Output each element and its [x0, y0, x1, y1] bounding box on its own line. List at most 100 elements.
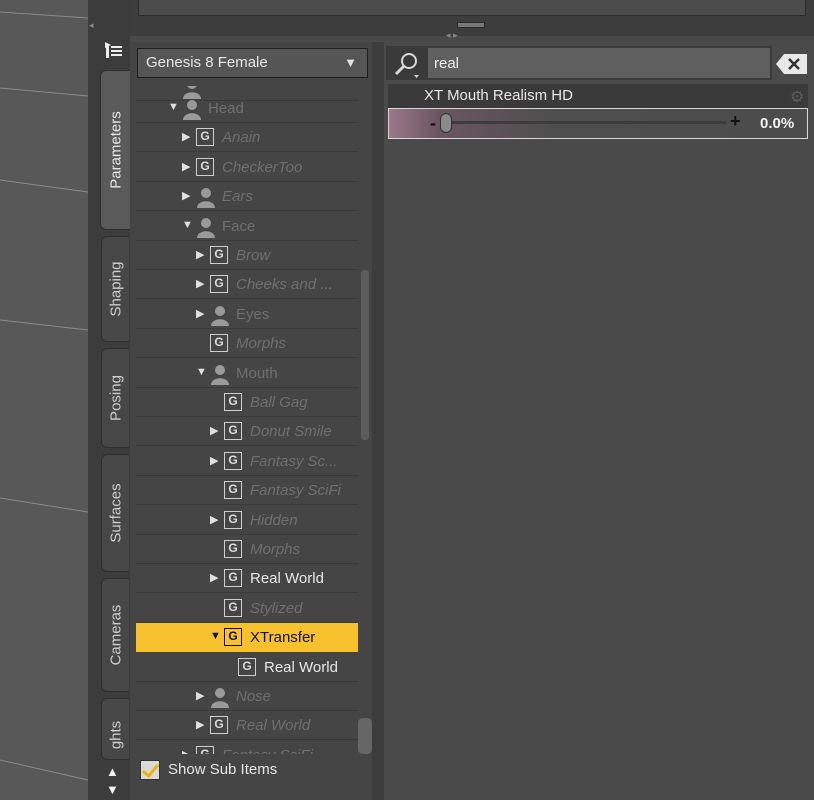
tree-row[interactable]: ▶ G Brow	[136, 241, 358, 270]
collapsed-triangle-icon[interactable]: ▶	[196, 718, 204, 731]
tree-row[interactable]: G Stylized	[136, 594, 358, 623]
viewport[interactable]	[0, 0, 88, 800]
expanded-triangle-icon[interactable]: ▼	[196, 366, 207, 378]
tab-surfaces[interactable]: Surfaces	[101, 454, 129, 572]
group-icon: G	[210, 246, 228, 264]
tab-surfaces-label: Surfaces	[107, 483, 124, 543]
tree-row[interactable]: ▼ Face	[136, 212, 358, 241]
tree-row[interactable]: ▶ Eyes	[136, 300, 358, 329]
group-icon: G	[224, 540, 242, 558]
tree-row-label: XTransfer	[250, 629, 316, 647]
tree-row-label: Real World	[264, 658, 338, 676]
collapsed-triangle-icon[interactable]: ▶	[196, 307, 204, 320]
increment-icon[interactable]: +	[730, 111, 741, 132]
property-value[interactable]: 0.0%	[760, 115, 794, 132]
tab-shaping[interactable]: Shaping	[101, 236, 129, 342]
tree-row-label: Face	[222, 217, 256, 235]
person-icon	[182, 98, 202, 120]
tree-row-label: Fantasy SciFi	[250, 482, 341, 500]
tab-cameras-label: Cameras	[107, 604, 124, 666]
collapsed-triangle-icon[interactable]: ▶	[210, 513, 218, 526]
tab-parameters-label: Parameters	[107, 111, 125, 189]
search-input[interactable]	[428, 48, 770, 78]
tree-row-label: Stylized	[250, 599, 303, 617]
tree-row[interactable]: ▶ G Cheeks and ...	[136, 270, 358, 300]
tree-row[interactable]: G Ball Gag	[136, 388, 358, 417]
tab-scroll-down-icon[interactable]: ▼	[106, 782, 119, 797]
collapsed-triangle-icon[interactable]: ▶	[182, 160, 190, 173]
person-icon	[210, 363, 230, 385]
tree-scrollbar-bottom-handle[interactable]	[358, 718, 372, 754]
clear-search-icon[interactable]	[774, 52, 808, 76]
group-icon: G	[210, 275, 228, 294]
tree-row[interactable]: ▶ G Fantasy Sc...	[136, 447, 358, 476]
collapsed-triangle-icon[interactable]: ▶	[210, 454, 218, 467]
tab-cameras[interactable]: Cameras	[101, 578, 129, 692]
tab-lights[interactable]: ghts	[101, 698, 129, 760]
tree-row[interactable]: G Morphs	[136, 329, 358, 359]
tree-row-label: Morphs	[236, 335, 287, 353]
collapsed-triangle-icon[interactable]: ▶	[182, 130, 190, 143]
slider-knob[interactable]	[440, 113, 452, 133]
gear-icon[interactable]: ⚙	[790, 87, 804, 107]
tree-row-label: Morphs	[250, 541, 301, 558]
tree-row-label: Brow	[236, 247, 271, 264]
top-splitter-handle[interactable]	[457, 22, 485, 28]
tree-row[interactable]: ▼ Mouth	[136, 359, 358, 388]
decrement-icon[interactable]: -	[430, 113, 436, 134]
tree-row-label: Fantasy Sc...	[250, 452, 338, 470]
viewport-grid	[0, 11, 88, 781]
tree-row-label: Head	[208, 100, 244, 117]
group-icon: G	[196, 745, 214, 754]
panel-resize-grip-icon[interactable]: ◂ ▸	[446, 30, 458, 41]
expanded-triangle-icon[interactable]: ▼	[168, 101, 179, 113]
group-icon: G	[210, 334, 228, 353]
tree-row[interactable]: ▼ Head	[136, 94, 358, 123]
figure-selector[interactable]: Genesis 8 Female ▼	[137, 48, 368, 78]
tree-row[interactable]: ▶ G Fantasy SciFi	[136, 741, 358, 754]
expanded-triangle-icon[interactable]: ▼	[210, 630, 221, 642]
tree-row-label: Eyes	[236, 305, 270, 323]
tab-posing-label: Posing	[107, 375, 124, 421]
tree-row[interactable]: ▶ G Donut Smile	[136, 417, 358, 447]
tree-row[interactable]: ▶ G Real World	[136, 711, 358, 741]
person-icon	[210, 304, 230, 326]
collapsed-triangle-icon[interactable]: ▶	[182, 748, 190, 754]
tree-row-label: Nose	[236, 688, 272, 705]
tree-row[interactable]: ▶ G CheckerToo	[136, 153, 358, 182]
tree-row[interactable]: ▶ Ears	[136, 182, 358, 212]
tree-row-label: Real World	[236, 717, 311, 735]
group-icon: G	[196, 128, 214, 147]
search-icon[interactable]	[392, 50, 422, 78]
figure-selector-value: Genesis 8 Female	[146, 54, 268, 71]
tree-row[interactable]: G Morphs	[136, 535, 358, 564]
tree-row[interactable]: ▶ Nose	[136, 682, 358, 711]
collapsed-triangle-icon[interactable]: ▶	[210, 571, 218, 584]
tree-row[interactable]: ▶ G Real World	[136, 564, 358, 594]
tree-row-label: Cheeks and ...	[236, 276, 333, 294]
collapsed-triangle-icon[interactable]: ▶	[196, 277, 204, 290]
tree-row[interactable]: ▶ G Hidden	[136, 506, 358, 535]
tabstrip-divider-grip-icon[interactable]: ◂	[89, 20, 94, 31]
group-icon: G	[224, 598, 242, 617]
collapsed-triangle-icon[interactable]: ▶	[196, 689, 204, 702]
collapsed-triangle-icon[interactable]: ▶	[210, 424, 218, 437]
slider-track[interactable]	[446, 121, 726, 124]
tree-row[interactable]: ▼ G XTransfer	[136, 623, 358, 653]
panel-divider[interactable]	[372, 42, 384, 800]
group-icon: G	[224, 451, 242, 470]
tree-row[interactable]: G Real World	[136, 653, 358, 682]
tab-posing[interactable]: Posing	[101, 348, 129, 448]
panel-options-icon[interactable]	[100, 40, 128, 66]
tab-scroll-up-icon[interactable]: ▲	[106, 764, 119, 779]
tree-row[interactable]: ▶ G Anain	[136, 123, 358, 153]
collapsed-triangle-icon[interactable]: ▶	[182, 189, 190, 202]
tab-parameters[interactable]: Parameters	[100, 70, 131, 230]
property-group-tree[interactable]: ▼ Head ▶ G Anain ▶ G CheckerToo ▶ Ears ▼ Face ▶ G Brow…	[136, 86, 360, 754]
collapsed-triangle-icon[interactable]: ▶	[196, 248, 204, 261]
show-sub-items-checkbox[interactable]: Show Sub Items	[136, 756, 366, 784]
tree-row[interactable]: G Fantasy SciFi	[136, 476, 358, 506]
expanded-triangle-icon[interactable]: ▼	[182, 219, 193, 231]
group-icon: G	[224, 422, 242, 441]
tree-scrollbar-thumb[interactable]	[361, 270, 369, 440]
